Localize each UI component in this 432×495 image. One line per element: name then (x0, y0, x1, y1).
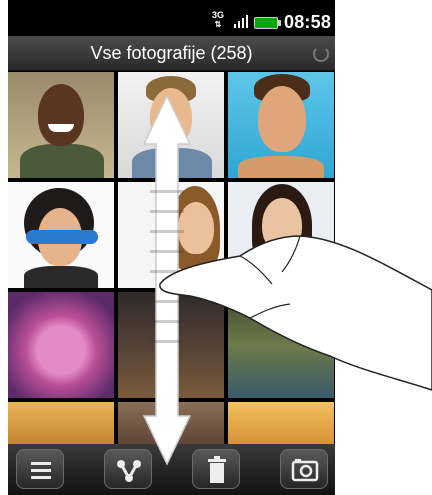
trash-icon (208, 456, 226, 483)
menu-icon (31, 462, 51, 479)
photo-thumbnail[interactable] (8, 402, 114, 450)
photo-thumbnail[interactable] (228, 182, 334, 288)
photo-thumbnail[interactable] (228, 72, 334, 178)
battery-icon (254, 17, 281, 29)
status-bar: 3G ⇅ 08:58 (8, 8, 335, 36)
share-button[interactable] (104, 449, 152, 489)
signal-icon (234, 14, 248, 28)
share-icon (117, 460, 141, 482)
photo-grid[interactable] (8, 72, 335, 450)
photo-thumbnail[interactable] (118, 72, 224, 178)
page-title: Vse fotografije (258) (90, 43, 253, 63)
photo-thumbnail[interactable] (118, 182, 224, 288)
clock: 08:58 (284, 12, 332, 32)
delete-button[interactable] (192, 449, 240, 489)
photo-thumbnail[interactable] (118, 292, 224, 398)
menu-button[interactable] (16, 449, 64, 489)
page-title-bar: Vse fotografije (258) (8, 36, 335, 71)
camera-button[interactable] (280, 449, 328, 489)
phone-screen: 3G ⇅ 08:58 Vse fotografije (258) (8, 0, 335, 495)
bottom-toolbar (8, 444, 335, 495)
photo-thumbnail[interactable] (8, 72, 114, 178)
photo-thumbnail[interactable] (118, 402, 224, 450)
photo-thumbnail[interactable] (228, 402, 334, 450)
loading-icon (313, 46, 329, 62)
photo-thumbnail[interactable] (228, 292, 334, 398)
photo-thumbnail[interactable] (8, 182, 114, 288)
network-label: 3G (212, 10, 225, 20)
camera-icon (291, 459, 319, 482)
photo-thumbnail[interactable] (8, 292, 114, 398)
data-arrows-icon: ⇅ (214, 20, 222, 29)
network-indicator: 3G ⇅ (212, 10, 225, 30)
